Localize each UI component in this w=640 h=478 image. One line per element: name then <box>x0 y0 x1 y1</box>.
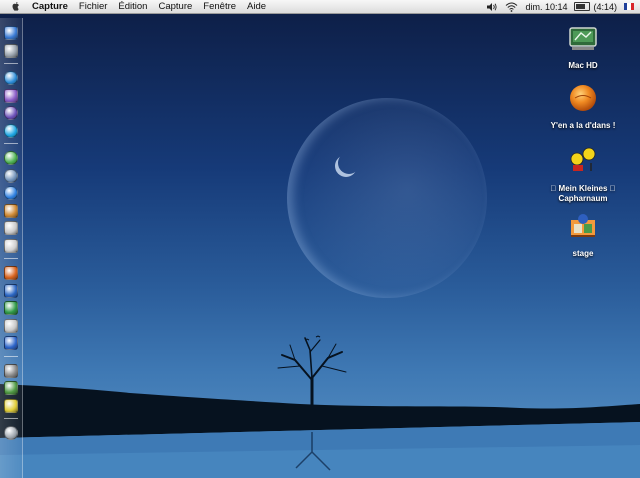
desktop-icon-mein-kleines[interactable]:  Mein Kleines  Capharnaum <box>538 145 628 204</box>
clock[interactable]: dim. 10:14 <box>525 2 567 12</box>
stage-icon <box>571 214 595 237</box>
dock-separator <box>4 418 18 419</box>
desktop-icon-label-line2: Capharnaum <box>558 194 608 203</box>
word-icon[interactable] <box>4 283 18 298</box>
wifi-icon[interactable] <box>505 2 518 12</box>
menu-capture[interactable]: Capture <box>158 1 192 12</box>
menu-edition[interactable]: Édition <box>118 1 147 12</box>
desktop-icon-mac-hd[interactable]: Mac HD <box>538 22 628 71</box>
dock-separator <box>4 355 18 357</box>
desktop-icon-label: stage <box>572 249 594 258</box>
desktop-icon-label:  Mein Kleines  <box>550 184 615 193</box>
ipod-icon[interactable] <box>4 221 18 235</box>
finder-icon[interactable] <box>4 26 18 40</box>
battery-time: (4:14) <box>593 1 617 12</box>
orange-ball-icon <box>570 85 596 111</box>
dock <box>0 18 23 478</box>
menu-fenetre[interactable]: Fenêtre <box>203 1 236 12</box>
folder-icon <box>570 147 596 171</box>
desktop-icon-label: Y'en a la d'dans ! <box>550 121 616 130</box>
itunes-icon[interactable] <box>4 151 18 165</box>
powerpoint-icon[interactable] <box>4 266 18 280</box>
battery-status[interactable]: (4:14) <box>574 2 617 12</box>
mail-icon[interactable] <box>4 88 18 103</box>
apple-icon[interactable] <box>10 1 22 13</box>
dock-separator <box>4 258 18 259</box>
chat-icon[interactable] <box>4 106 18 120</box>
battery-level <box>576 4 585 9</box>
menu-bar: Capture Fichier Édition Capture Fenêtre … <box>0 0 640 14</box>
hard-drive-icon <box>569 27 597 50</box>
flag-fr-icon[interactable] <box>624 3 634 10</box>
volume-icon[interactable] <box>486 2 498 12</box>
trash-icon[interactable] <box>4 426 18 440</box>
safari-icon[interactable] <box>4 71 18 85</box>
birds <box>304 335 321 341</box>
stickies-icon[interactable] <box>4 398 18 413</box>
mail-app-icon[interactable] <box>4 363 18 378</box>
tree <box>277 337 347 410</box>
keychain-icon[interactable] <box>4 238 18 253</box>
dock-separator <box>4 63 18 64</box>
desktop-icon-label: Mac HD <box>568 61 598 70</box>
picture-icon[interactable] <box>4 203 18 218</box>
desktop-icon-yen-a-la-dedans[interactable]: Y'en a la d'dans ! <box>538 82 628 131</box>
menu-app-name[interactable]: Capture <box>32 1 68 12</box>
dock-separator <box>4 143 18 144</box>
dvd-icon[interactable] <box>4 168 18 183</box>
mac-icon[interactable] <box>4 43 18 58</box>
web-icon[interactable] <box>4 186 18 200</box>
menu-aide[interactable]: Aide <box>247 1 266 12</box>
desktop-icon-stage[interactable]: stage <box>538 210 628 259</box>
excel-icon[interactable] <box>4 301 18 315</box>
preview-icon[interactable] <box>4 381 18 395</box>
skype-icon[interactable] <box>4 123 18 138</box>
menu-extras: dim. 10:14 (4:14) <box>479 0 634 13</box>
battery-icon <box>574 2 591 11</box>
textedit-icon[interactable] <box>4 318 18 333</box>
zip-icon[interactable] <box>4 336 18 350</box>
menu-fichier[interactable]: Fichier <box>79 1 108 12</box>
